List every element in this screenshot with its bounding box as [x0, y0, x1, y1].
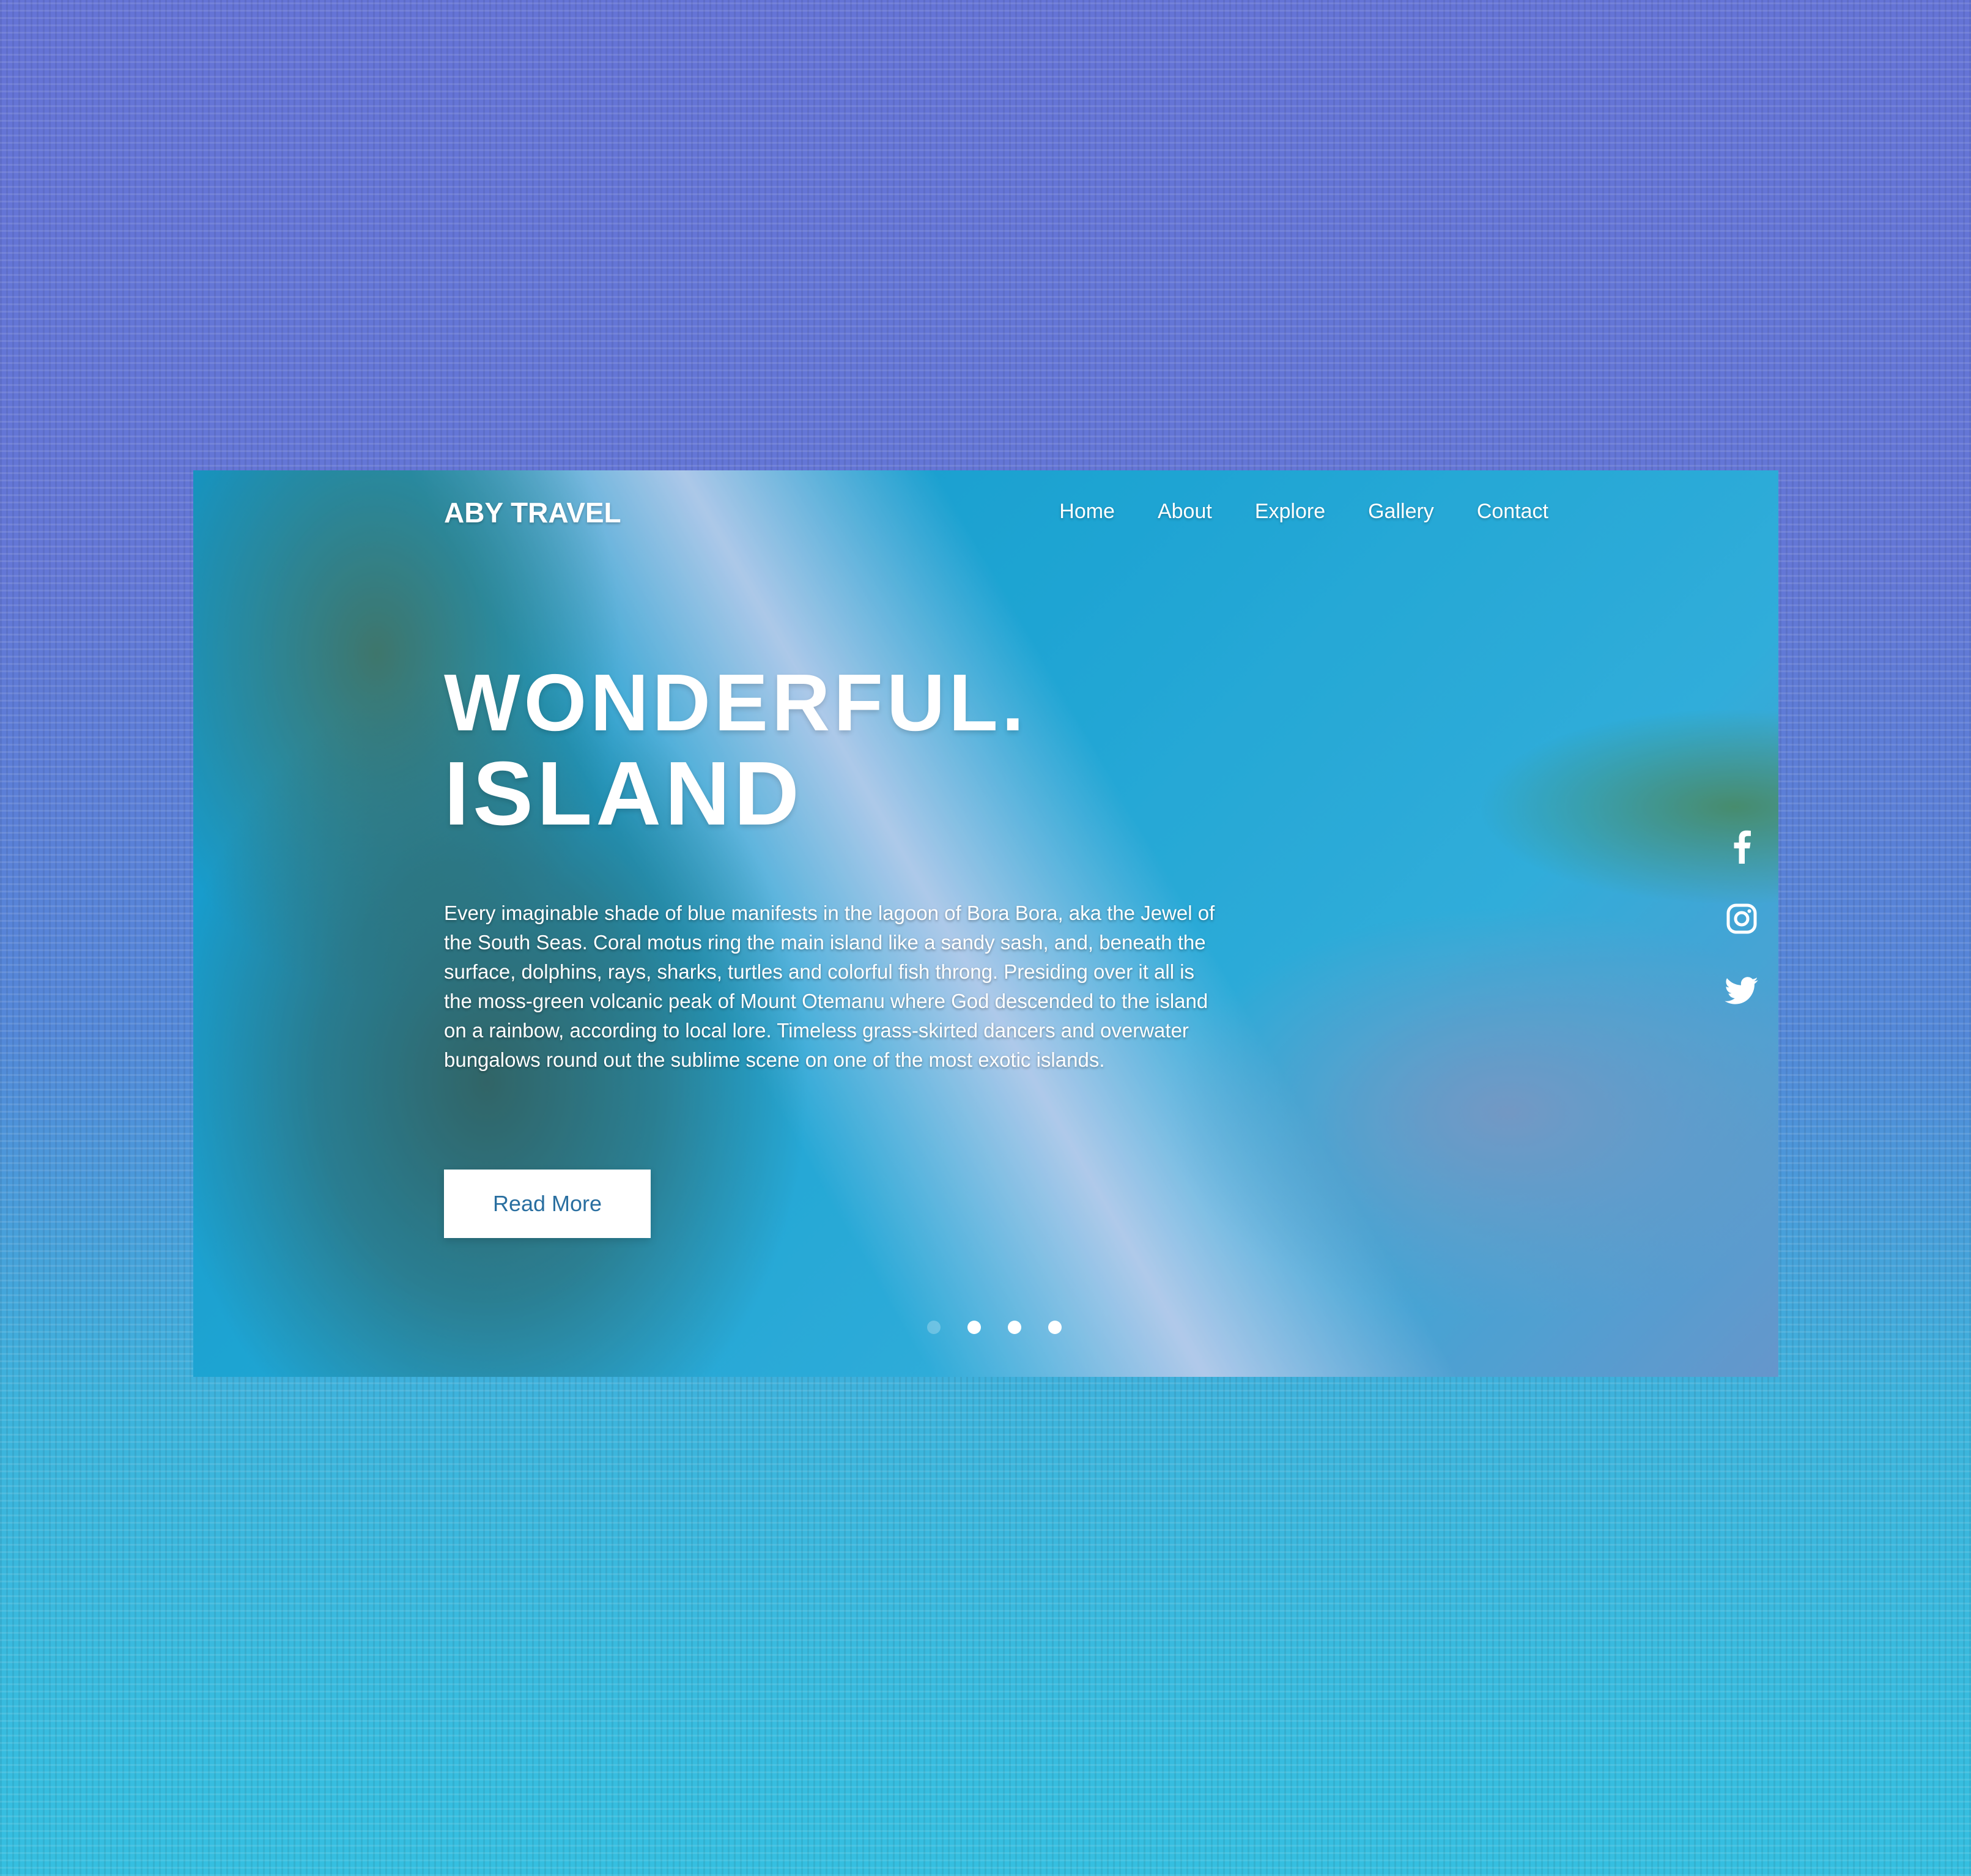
- hero-title-line1: WONDERFUL.: [444, 658, 1028, 747]
- slider-dot[interactable]: [927, 1321, 941, 1334]
- slider-dot[interactable]: [1048, 1321, 1062, 1334]
- twitter-icon[interactable]: [1725, 973, 1759, 1009]
- nav-about[interactable]: About: [1158, 500, 1212, 524]
- brand-logo[interactable]: ABY TRAVEL: [444, 496, 621, 529]
- main-nav: Home About Explore Gallery Contact: [1059, 500, 1548, 524]
- hero-card: ABY TRAVEL Home About Explore Gallery Co…: [193, 470, 1778, 1377]
- nav-contact[interactable]: Contact: [1477, 500, 1548, 524]
- slider-dots: [927, 1321, 1062, 1334]
- read-more-button[interactable]: Read More: [444, 1170, 651, 1238]
- slider-dot[interactable]: [1008, 1321, 1021, 1334]
- hero-title: WONDERFUL. ISLAND: [444, 660, 1028, 840]
- facebook-icon[interactable]: [1725, 828, 1759, 865]
- social-links: [1723, 828, 1760, 1009]
- instagram-icon[interactable]: [1725, 900, 1759, 937]
- nav-gallery[interactable]: Gallery: [1368, 500, 1434, 524]
- slider-dot[interactable]: [967, 1321, 981, 1334]
- nav-home[interactable]: Home: [1059, 500, 1115, 524]
- nav-explore[interactable]: Explore: [1255, 500, 1325, 524]
- hero-description: Every imaginable shade of blue manifests…: [444, 902, 1215, 1071]
- hero-title-line2: ISLAND: [444, 743, 803, 844]
